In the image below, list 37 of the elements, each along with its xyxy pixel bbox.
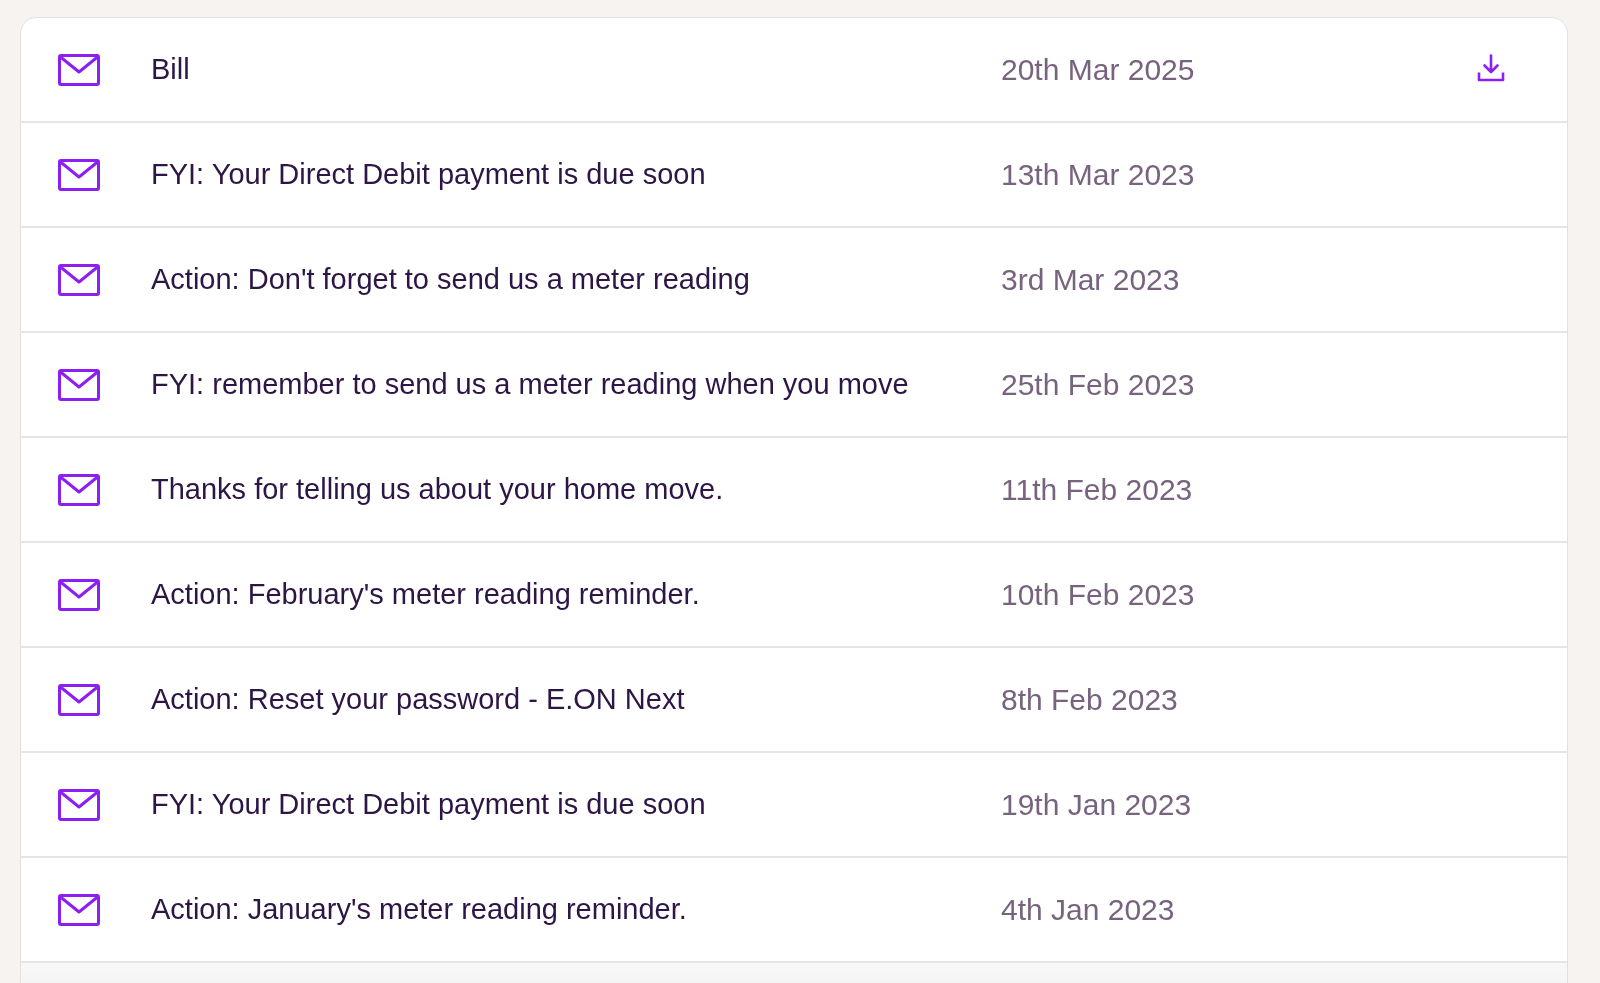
message-row[interactable]: FYI: Your Direct Debit payment is due soon 13th Mar 2023 <box>21 123 1567 228</box>
message-row[interactable]: Thanks for telling us about your home move. 11th Feb 2023 <box>21 438 1567 543</box>
download-icon <box>1477 53 1505 82</box>
message-date: 4th Jan 2023 <box>1001 892 1176 927</box>
envelope-icon <box>58 158 100 191</box>
message-row[interactable]: FYI: Your Direct Debit payment is due soon 19th Jan 2023 <box>21 753 1567 858</box>
message-subject[interactable]: Thanks for telling us about your home move. <box>151 473 1001 506</box>
envelope-icon <box>58 53 100 86</box>
message-row[interactable]: Bill 20th Mar 2025 <box>21 18 1567 123</box>
message-subject[interactable]: FYI: Your Direct Debit payment is due soon <box>151 788 1001 821</box>
message-row[interactable]: Action: Reset your password - E.ON Next 8th Feb 2023 <box>21 648 1567 753</box>
message-date: 13th Mar 2023 <box>1001 157 1196 192</box>
message-subject[interactable]: Bill <box>151 53 1001 86</box>
message-subject[interactable]: FYI: Your Direct Debit payment is due soon <box>151 158 1001 191</box>
envelope-icon <box>58 473 100 506</box>
message-date: 25th Feb 2023 <box>1001 367 1196 402</box>
message-date: 19th Jan 2023 <box>1001 787 1193 822</box>
envelope-icon <box>58 788 100 821</box>
envelope-icon <box>58 893 100 926</box>
envelope-icon <box>58 578 100 611</box>
download-button[interactable] <box>1477 53 1505 82</box>
envelope-icon <box>58 263 100 296</box>
message-subject[interactable]: Action: January's meter reading reminder. <box>151 893 1001 926</box>
message-date: 11th Feb 2023 <box>1001 472 1194 507</box>
message-date: 3rd Mar 2023 <box>1001 262 1181 297</box>
message-row[interactable]: Action: February's meter reading reminder. 10th Feb 2023 <box>21 543 1567 648</box>
message-subject[interactable]: Action: February's meter reading reminder. <box>151 578 1001 611</box>
envelope-icon <box>58 683 100 716</box>
envelope-icon <box>58 368 100 401</box>
message-date: 20th Mar 2025 <box>1001 52 1196 87</box>
message-row[interactable]: FYI: remember to send us a meter reading when you move 25th Feb 2023 <box>21 333 1567 438</box>
message-subject[interactable]: FYI: remember to send us a meter reading when you move <box>151 368 1001 401</box>
message-date: 10th Feb 2023 <box>1001 577 1196 612</box>
message-row[interactable]: Action: Don't forget to send us a meter reading 3rd Mar 2023 <box>21 228 1567 333</box>
message-subject[interactable]: Action: Reset your password - E.ON Next <box>151 683 1001 716</box>
message-date: 8th Feb 2023 <box>1001 682 1179 717</box>
message-subject[interactable]: Action: Don't forget to send us a meter reading <box>151 263 1001 296</box>
